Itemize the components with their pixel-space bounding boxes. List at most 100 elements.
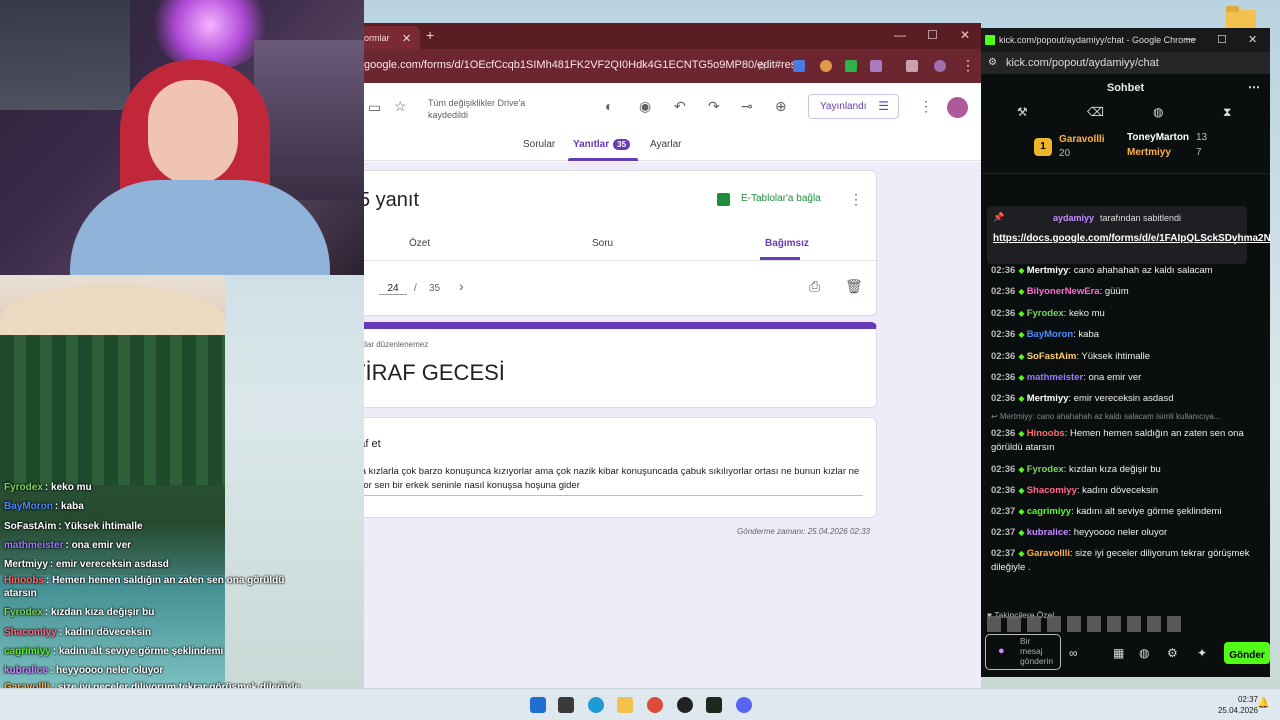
subtab-individual[interactable]: Bağımsız [765,238,809,249]
answer-card: İtiraf et Abla kızlarla çok barzo konuşu… [364,417,877,518]
palette-icon[interactable]: ◐ [605,98,613,114]
file-explorer-icon[interactable] [617,697,633,713]
webcam-overlay [0,0,364,275]
tab-close-icon[interactable]: ✕ [402,32,411,45]
new-tab-icon[interactable]: + [426,27,434,43]
preview-eye-icon[interactable]: ◉ [639,98,651,115]
bookmark-star-icon[interactable]: ☆ [756,58,768,74]
adblock-extension-icon[interactable] [845,60,857,72]
folder-icon[interactable]: ▭ [368,99,381,116]
chat-username[interactable]: BilyonerNewEra [1027,286,1100,297]
reply-preview[interactable]: ↩ Mertmiyy: cano ahahahah az kaldı salac… [991,410,1261,424]
overlay-chat-user: Mertmiyy [4,559,48,571]
kick-close-icon[interactable]: ✕ [1248,33,1257,46]
account-avatar[interactable] [947,97,968,118]
subtab-summary[interactable]: Özet [409,238,430,249]
pinned-message[interactable]: 📌 aydamiyy tarafından sabitlendi https:/… [987,206,1270,264]
delete-icon[interactable]: 🗑 [845,278,863,295]
summary-more-icon[interactable]: ⋮ [849,191,863,208]
notification-icon[interactable]: 🔔 [1257,698,1269,709]
chat-username[interactable]: Fyrodex [1027,308,1064,319]
chat-bubble-icon[interactable]: ◍ [1153,105,1163,119]
chat-username[interactable]: Hinoobs [1027,428,1065,439]
chat-username[interactable]: Garavollli [1027,548,1070,559]
maximize-icon[interactable]: ☐ [927,28,938,42]
url-text[interactable]: google.com/forms/d/1OEcfCcqb1SIMh481FK2V… [364,59,805,71]
mod-hammer-icon[interactable]: ⚒ [1017,105,1028,119]
mic-icon[interactable]: ● [998,645,1005,657]
chat-username[interactable]: mathmeister [1027,372,1084,383]
leaderboard-user-1[interactable]: Garavollli [1059,134,1105,145]
kick-app-icon[interactable] [706,697,722,713]
browser-menu-icon[interactable]: ⋮ [961,57,975,74]
chat-icon[interactable]: ◍ [1139,646,1149,660]
system-clock[interactable]: 02:37 25.04.2026 [1218,694,1258,716]
kick-url[interactable]: kick.com/popout/aydamiyy/chat [1006,57,1159,69]
leaderboard-user-2[interactable]: ToneyMarton [1127,132,1189,143]
chat-timestamp: 02:36 [991,286,1016,298]
subtab-question[interactable]: Soru [592,238,613,249]
kick-site-info-icon[interactable]: ⚙ [988,57,997,68]
close-window-icon[interactable]: ✕ [960,28,970,42]
browser-tab[interactable]: ormlar ✕ [364,26,420,49]
publish-settings-icon: ☰ [878,99,889,113]
tab-settings[interactable]: Ayarlar [650,139,682,150]
discord-icon[interactable] [736,697,752,713]
chat-username[interactable]: BayMoron [1027,329,1073,340]
tab-questions[interactable]: Sorular [523,139,555,150]
puzzle-extension-icon[interactable] [870,60,882,72]
store-icon[interactable]: ▦ [1113,646,1124,660]
chat-username[interactable]: cagrimiyy [1027,506,1071,517]
task-view-icon[interactable] [558,697,574,713]
star-icon[interactable]: ☆ [394,98,407,115]
chat-username[interactable]: SoFastAim [1027,351,1077,362]
start-menu-icon[interactable] [530,697,546,713]
add-collaborator-icon[interactable]: ⊕ [775,98,787,115]
edge-icon[interactable] [588,697,604,713]
expand-pinned-icon[interactable]: ⌄ [1231,236,1239,247]
tab-responses[interactable]: Yanıtlar 35 [573,139,631,150]
publish-button[interactable]: Yayınlandı ☰ [808,94,899,119]
link-icon[interactable]: ⊸ [741,98,753,115]
leaderboard-user-3[interactable]: Mertmiyy [1127,147,1171,158]
minimize-icon[interactable]: — [894,28,906,42]
overlay-chat-user: SoFastAim [4,520,57,532]
link-sheets-button[interactable]: E-Tablolar'a bağla [741,193,821,204]
pinned-link[interactable]: https://docs.google.com/forms/d/e/1FAIpQ… [993,232,1270,246]
chrome-icon[interactable] [647,697,663,713]
undo-icon[interactable]: ↶ [674,98,686,115]
translate-extension-icon[interactable] [793,60,805,72]
profile-avatar[interactable] [934,60,946,72]
chat-username[interactable]: Shacomiyy [1027,485,1077,496]
media-icon[interactable] [906,60,918,72]
chat-timestamp: 02:36 [991,463,1016,475]
redo-icon[interactable]: ↷ [708,98,720,115]
address-bar[interactable]: google.com/forms/d/1OEcfCcqb1SIMh481FK2V… [364,49,981,83]
message-input[interactable]: ● Bir mesaj gönderin [985,634,1061,670]
emote-picker-icon[interactable]: ∞ [1069,646,1078,660]
user-badge-icon: ◆ [1018,330,1027,340]
pinned-by-user[interactable]: aydamiyy [1053,213,1094,223]
chat-username[interactable]: Mertmiyy [1027,265,1069,276]
chat-more-icon[interactable]: ⋯ [1248,80,1260,94]
chat-message: 02:36 ◆ BilyonerNewEra: güüm [991,281,1261,302]
next-response-icon[interactable]: › [459,278,464,294]
print-icon[interactable]: ⎙ [809,278,820,295]
kick-address-bar[interactable]: ⚙ kick.com/popout/aydamiyy/chat [981,52,1270,74]
more-options-icon[interactable]: ⋮ [919,98,933,115]
slow-mode-icon[interactable]: ⧗ [1223,105,1231,120]
send-button[interactable]: Gönder [1224,642,1270,664]
chat-username[interactable]: Mertmiyy [1027,393,1069,404]
settings-gear-icon[interactable]: ⚙ [1167,646,1178,660]
chat-username[interactable]: kubralice [1027,527,1069,538]
kick-minimize-icon[interactable]: — [1185,33,1196,45]
clear-chat-icon[interactable]: ⌫ [1087,105,1104,119]
current-response-number[interactable]: 24 [379,283,407,295]
leaderboard-value-2: 13 [1196,132,1208,143]
obs-icon[interactable] [677,697,693,713]
kick-maximize-icon[interactable]: ☐ [1217,33,1227,46]
chat-username[interactable]: Fyrodex [1027,464,1064,475]
user-badge-icon: ◆ [1018,287,1027,297]
extension-icon[interactable] [820,60,832,72]
rewards-icon[interactable]: ✦ [1197,646,1207,660]
